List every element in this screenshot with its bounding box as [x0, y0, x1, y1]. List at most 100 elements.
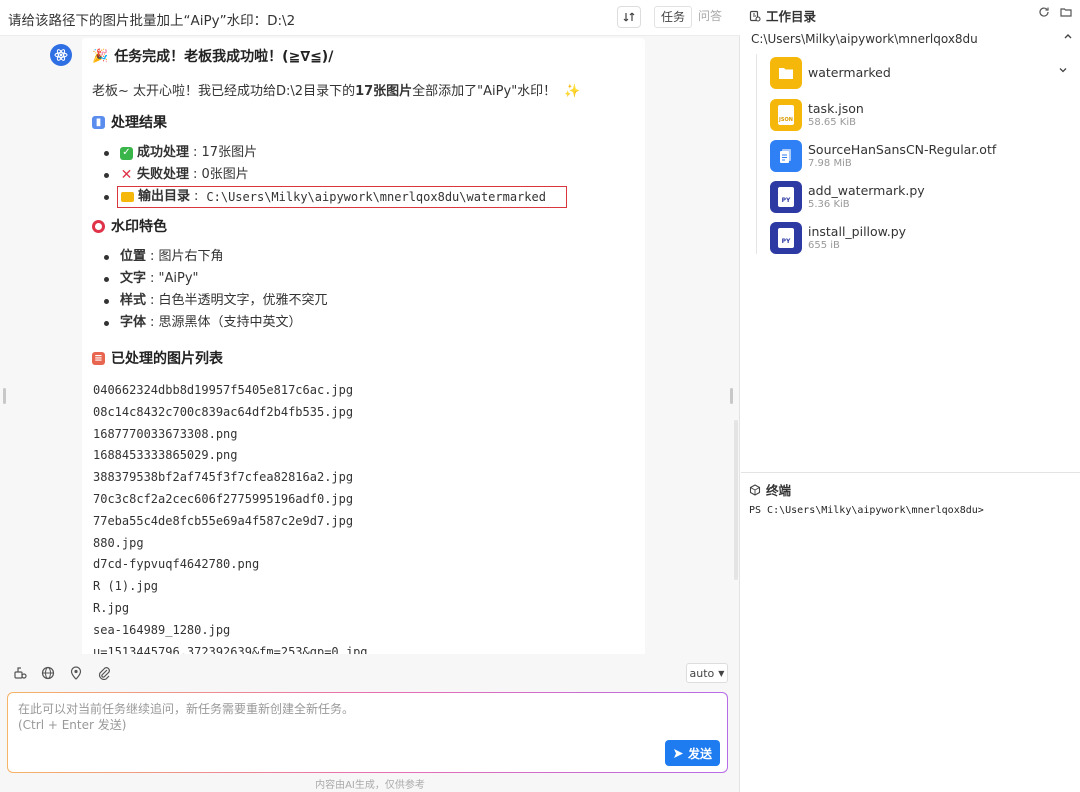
atom-icon	[54, 49, 68, 61]
location-pin-icon	[70, 666, 82, 680]
feature-value: : 白色半透明文字，优雅不突兀	[150, 293, 328, 308]
feature-label: 文字	[120, 271, 147, 286]
result-label: 输出目录	[138, 189, 191, 204]
list-item: 文字: "AiPy"	[104, 268, 328, 290]
file-list-item: 77eba55c4de8fcb55e69a4f587c2e9d7.jpg	[93, 513, 354, 528]
message-title-text: 任务完成！老板我成功啦！(≧∇≦)/	[114, 49, 334, 65]
workdir-path[interactable]: C:\Users\Milky\aipywork\mnerlqox8du	[751, 32, 1071, 46]
swap-icon	[623, 12, 635, 22]
output-dir-highlight: 输出目录: C:\Users\Milky\aipywork\mnerlqox8d…	[117, 186, 567, 208]
chevron-down-icon[interactable]	[1058, 65, 1068, 75]
file-name: SourceHanSansCN-Regular.otf	[808, 142, 997, 157]
file-type-badge: PY	[778, 187, 794, 207]
folder-files-icon	[749, 10, 761, 22]
file-item-install-pillow[interactable]: PY install_pillow.py 655 iB	[770, 220, 1070, 256]
file-list-item: d7cd-fypvuqf4642780.png	[93, 557, 260, 572]
list-item: 样式: 白色半透明文字，优雅不突兀	[104, 290, 328, 312]
file-item-task-json[interactable]: JSON task.json 58.65 KiB	[770, 97, 1070, 133]
processed-files-list: 040662324dbb8d19957f5405e817c6ac.jpg 08c…	[93, 380, 368, 654]
chat-scrollbar[interactable]	[734, 420, 738, 580]
assistant-message: 🎉 任务完成！老板我成功啦！(≧∇≦)/ 老板~ 太开心啦！我已经成功给D:\2…	[82, 38, 645, 654]
cross-icon: ✕	[120, 167, 133, 183]
result-label: 成功处理	[137, 145, 190, 160]
result-value: : 17张图片	[193, 145, 258, 160]
file-name: task.json	[808, 101, 864, 116]
mode-select-value: auto	[689, 666, 715, 680]
terminal-divider[interactable]	[741, 472, 1080, 473]
send-button-label: 发送	[687, 746, 712, 761]
files-heading-text: 已处理的图片列表	[111, 351, 223, 367]
results-list: ✓ 成功处理: 17张图片 ✕ 失败处理: 0张图片 输出目录: C:\User…	[104, 142, 567, 208]
file-list-item: 040662324dbb8d19957f5405e817c6ac.jpg	[93, 383, 354, 397]
list-item: ✓ 成功处理: 17张图片	[104, 142, 567, 164]
tool-button-4[interactable]	[96, 665, 112, 681]
chat-pane: 请给该路径下的图片批量加上“AiPy”水印：D:\2 任务 问答 🎉 任务完成！…	[0, 0, 740, 792]
python-file-icon: PY	[770, 222, 802, 254]
check-icon: ✓	[120, 146, 133, 160]
workspace-pane: 工作目录 C:\Users\Milky\aipywork\mnerlqox8du…	[741, 0, 1080, 792]
message-input[interactable]: 在此可以对当前任务继续追问，新任务需要重新创建全新任务。 (Ctrl + Ent…	[7, 692, 728, 773]
feature-label: 字体	[120, 315, 147, 330]
plugin-icon	[14, 667, 27, 679]
result-value: :	[194, 189, 199, 204]
mode-tabs: 任务 问答	[654, 6, 728, 28]
python-file-icon: PY	[770, 181, 802, 213]
swap-button[interactable]	[617, 6, 641, 28]
file-item-font[interactable]: SourceHanSansCN-Regular.otf 7.98 MiB	[770, 138, 1070, 174]
tool-button-3[interactable]	[68, 665, 84, 681]
composer-toolbar	[0, 655, 740, 691]
refresh-icon[interactable]	[1038, 6, 1050, 18]
file-size: 5.36 KiB	[808, 199, 850, 210]
list-item: ✕ 失败处理: 0张图片	[104, 164, 567, 186]
file-name: install_pillow.py	[808, 224, 907, 239]
file-list-item: 880.jpg	[93, 535, 144, 550]
result-label: 失败处理	[137, 167, 190, 182]
placeholder-line-1: 在此可以对当前任务继续追问，新任务需要重新创建全新任务。	[18, 702, 355, 716]
message-input-placeholder: 在此可以对当前任务继续追问，新任务需要重新创建全新任务。 (Ctrl + Ent…	[18, 701, 354, 733]
sparkles-icon: ✨	[564, 84, 581, 99]
globe-icon	[41, 666, 55, 680]
features-heading: 水印特色	[92, 216, 167, 236]
chevron-up-icon[interactable]	[1062, 30, 1074, 42]
chat-scroll-area[interactable]: 🎉 任务完成！老板我成功啦！(≧∇≦)/ 老板~ 太开心啦！我已经成功给D:\2…	[0, 36, 740, 654]
feature-label: 样式	[120, 293, 147, 308]
workdir-title: 工作目录	[766, 9, 817, 24]
open-folder-icon[interactable]	[1060, 6, 1072, 18]
features-heading-text: 水印特色	[111, 219, 167, 235]
feature-label: 位置	[120, 249, 147, 264]
workdir-actions	[1038, 6, 1072, 18]
file-item-add-watermark[interactable]: PY add_watermark.py 5.36 KiB	[770, 179, 1070, 215]
features-list: 位置: 图片右下角 文字: "AiPy" 样式: 白色半透明文字，优雅不突兀 字…	[104, 246, 328, 334]
folder-icon	[770, 57, 802, 89]
list-item: 输出目录: C:\Users\Milky\aipywork\mnerlqox8d…	[104, 186, 567, 208]
file-list-item: 388379538bf2af745f3f7cfea82816a2.jpg	[93, 470, 354, 485]
file-list-item: R (1).jpg	[93, 579, 159, 594]
file-item-watermarked[interactable]: watermarked	[770, 55, 1070, 91]
tool-button-2[interactable]	[40, 665, 56, 681]
chat-header: 请给该路径下的图片批量加上“AiPy”水印：D:\2 任务 问答	[0, 0, 740, 36]
paperclip-icon	[98, 667, 110, 680]
tab-task[interactable]: 任务	[654, 6, 693, 28]
terminal-prompt[interactable]: PS C:\Users\Milky\aipywork\mnerlqox8du>	[749, 505, 984, 516]
file-type-badge: JSON	[778, 105, 794, 125]
party-popper-icon: 🎉	[92, 48, 109, 64]
folder-icon	[121, 192, 134, 202]
file-type-badge: PY	[778, 228, 794, 248]
tab-qa[interactable]: 问答	[692, 6, 728, 28]
terminal-title: 终端	[766, 483, 792, 498]
tool-button-1[interactable]	[12, 665, 28, 681]
send-button[interactable]: 发送	[665, 740, 720, 766]
list-item: 字体: 思源黑体（支持中英文）	[104, 312, 328, 334]
terminal-icon	[749, 483, 761, 496]
feature-value: : "AiPy"	[150, 271, 199, 286]
ai-disclaimer: 内容由AI生成，仅供参考	[315, 780, 425, 791]
task-title: 请给该路径下的图片批量加上“AiPy”水印：D:\2	[8, 13, 296, 29]
assistant-avatar	[50, 44, 72, 66]
mode-select[interactable]: auto ▼	[686, 663, 728, 683]
clipboard-icon: ≡	[92, 351, 105, 365]
file-name: add_watermark.py	[808, 183, 925, 198]
feature-value: : 思源黑体（支持中英文）	[150, 315, 302, 330]
resize-handle-middle[interactable]	[730, 388, 733, 404]
workdir-heading: 工作目录	[749, 6, 816, 25]
list-item: 位置: 图片右下角	[104, 246, 328, 268]
